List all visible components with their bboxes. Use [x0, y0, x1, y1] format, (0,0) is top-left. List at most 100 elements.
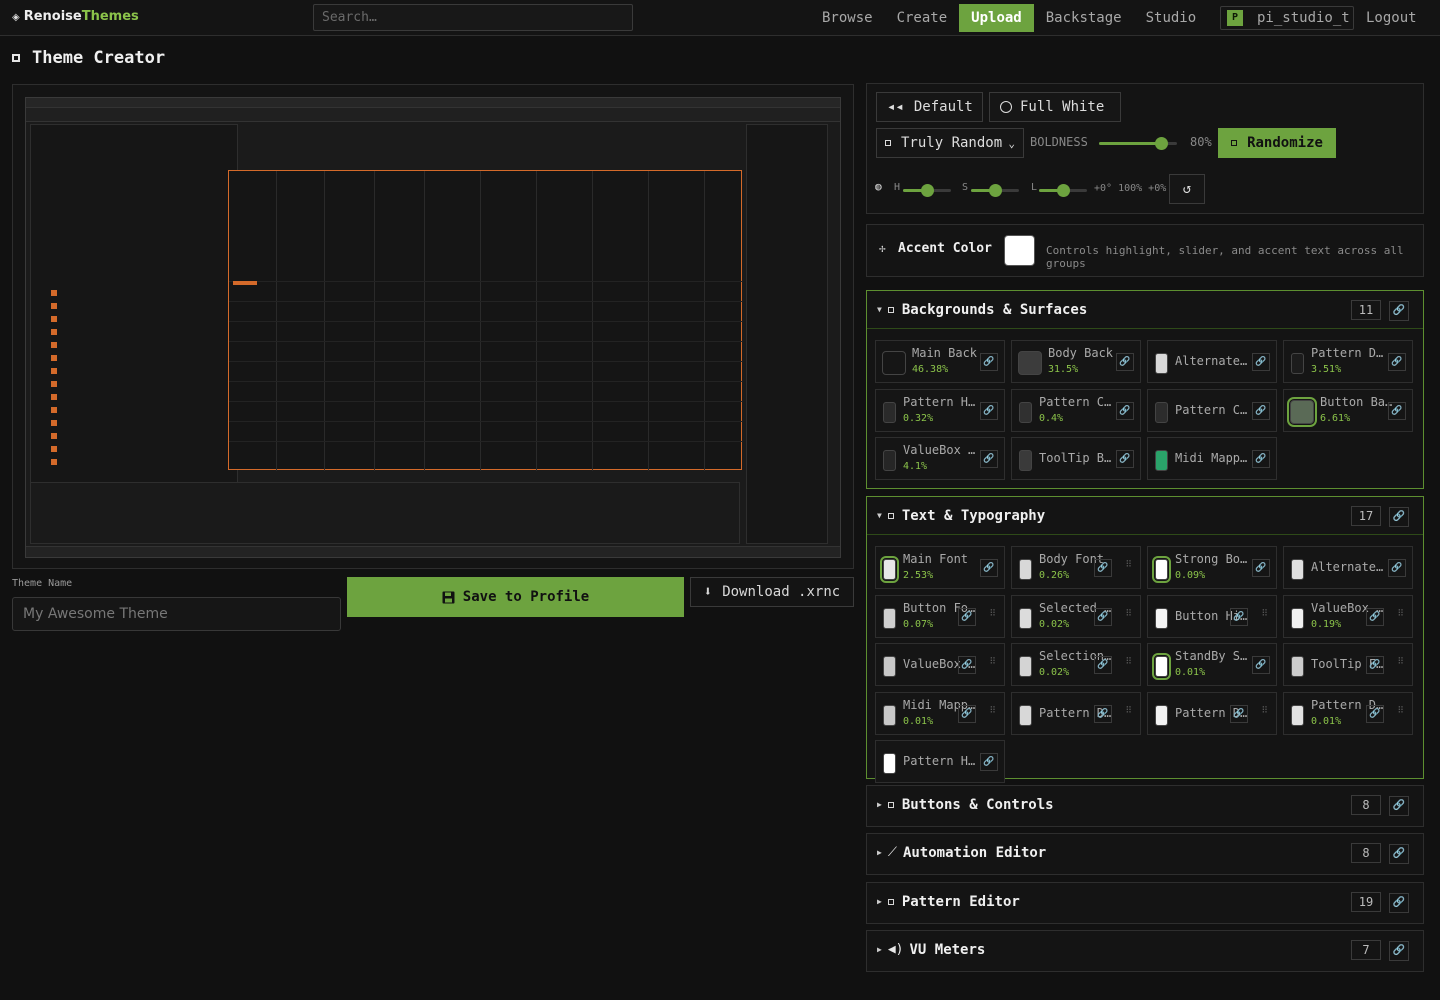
- nav-link-browse[interactable]: Browse: [810, 4, 885, 32]
- link-icon[interactable]: 🔗: [1388, 559, 1406, 577]
- theme-name-input[interactable]: [12, 597, 341, 631]
- link-icon[interactable]: 🔗: [1094, 656, 1112, 674]
- link-icon[interactable]: 🔗: [1389, 941, 1409, 961]
- color-swatch[interactable]: [883, 753, 896, 774]
- hue-slider[interactable]: [903, 184, 951, 197]
- link-icon[interactable]: 🔗: [1116, 353, 1134, 371]
- color-card[interactable]: Pattern Default Font Panning0.01%🔗⠿: [1283, 691, 1413, 735]
- nav-link-studio[interactable]: Studio: [1134, 4, 1209, 32]
- link-icon[interactable]: 🔗: [1252, 401, 1270, 420]
- link-icon[interactable]: 🔗: [1252, 353, 1270, 371]
- color-swatch[interactable]: [1019, 607, 1032, 629]
- site-logo[interactable]: ◈ RenoiseThemes: [12, 9, 139, 24]
- link-icon[interactable]: 🔗: [1094, 704, 1112, 723]
- color-swatch[interactable]: [883, 656, 896, 677]
- link-icon[interactable]: 🔗: [1389, 507, 1409, 527]
- link-icon[interactable]: 🔗: [1094, 559, 1112, 577]
- color-swatch[interactable]: [883, 607, 896, 629]
- nav-link-upload[interactable]: Upload: [959, 4, 1034, 32]
- color-card[interactable]: Alternate Main Font🔗: [1283, 546, 1413, 589]
- color-swatch[interactable]: [883, 401, 896, 423]
- drag-handle-icon[interactable]: ⠿: [1125, 560, 1132, 570]
- color-swatch[interactable]: [1155, 450, 1168, 471]
- color-card[interactable]: Button Font 0.07% 🔗 ⠿: [875, 594, 1005, 638]
- color-card[interactable]: Pattern Highlighted Back 0.32% 🔗: [875, 388, 1005, 432]
- drag-handle-icon[interactable]: ⠿: [1125, 657, 1132, 667]
- default-button[interactable]: ◂◂ Default: [876, 92, 983, 122]
- color-swatch[interactable]: [882, 351, 906, 375]
- link-icon[interactable]: 🔗: [1366, 704, 1384, 723]
- color-card[interactable]: Pattern Centerbar Back Standby🔗: [1147, 388, 1277, 432]
- color-swatch[interactable]: [1152, 653, 1171, 680]
- color-card[interactable]: Body Font 0.26% 🔗 ⠿: [1011, 546, 1141, 589]
- drag-handle-icon[interactable]: ⠿: [989, 657, 996, 667]
- group-header[interactable]: ▶ Pattern Editor 19 🔗: [867, 883, 1423, 921]
- link-icon[interactable]: 🔗: [1252, 656, 1270, 674]
- drag-handle-icon[interactable]: ⠿: [1261, 706, 1268, 716]
- drag-handle-icon[interactable]: ⠿: [989, 706, 996, 716]
- boldness-slider[interactable]: [1099, 137, 1177, 150]
- link-icon[interactable]: 🔗: [1389, 301, 1409, 321]
- color-swatch[interactable]: [883, 450, 896, 471]
- color-card[interactable]: Button Back 6.61% 🔗: [1283, 388, 1413, 432]
- drag-handle-icon[interactable]: ⠿: [989, 609, 996, 619]
- color-swatch[interactable]: [1287, 396, 1317, 427]
- color-card[interactable]: Midi Mapping Back🔗: [1147, 437, 1277, 480]
- color-swatch[interactable]: [1155, 704, 1168, 726]
- color-swatch[interactable]: [1019, 401, 1032, 423]
- color-swatch[interactable]: [1152, 556, 1171, 583]
- save-to-profile-button[interactable]: Save to Profile: [347, 577, 684, 617]
- color-card[interactable]: ToolTip Back🔗: [1011, 437, 1141, 480]
- color-swatch[interactable]: [1019, 450, 1032, 471]
- drag-handle-icon[interactable]: ⠿: [1125, 609, 1132, 619]
- reset-hsl-button[interactable]: ↺: [1169, 174, 1205, 204]
- group-header[interactable]: ▶ Buttons & Controls 8 🔗: [867, 786, 1423, 824]
- link-icon[interactable]: 🔗: [1094, 607, 1112, 626]
- color-card[interactable]: ToolTip Font🔗⠿: [1283, 643, 1413, 686]
- color-card[interactable]: Pattern Default Font Volume🔗⠿: [1147, 691, 1277, 735]
- hue-slider-knob[interactable]: [921, 184, 934, 197]
- link-icon[interactable]: 🔗: [1389, 844, 1409, 864]
- link-icon[interactable]: 🔗: [1230, 704, 1248, 723]
- color-swatch[interactable]: [1019, 704, 1032, 726]
- link-icon[interactable]: 🔗: [1116, 450, 1134, 468]
- link-icon[interactable]: 🔗: [958, 656, 976, 674]
- link-icon[interactable]: 🔗: [980, 450, 998, 468]
- color-swatch[interactable]: [1019, 656, 1032, 677]
- group-header[interactable]: ▶ ◀) VU Meters 7 🔗: [867, 931, 1423, 969]
- link-icon[interactable]: 🔗: [980, 401, 998, 420]
- color-card[interactable]: ValueBox Back 4.1% 🔗: [875, 437, 1005, 480]
- link-icon[interactable]: 🔗: [958, 607, 976, 626]
- color-card[interactable]: ValueBox Font Icons🔗⠿: [875, 643, 1005, 686]
- user-chip[interactable]: P pi_studio_t: [1220, 6, 1354, 30]
- color-swatch[interactable]: [1291, 559, 1304, 580]
- color-card[interactable]: Selection Font0.02%🔗⠿: [1011, 643, 1141, 686]
- drag-handle-icon[interactable]: ⠿: [1125, 706, 1132, 716]
- color-card[interactable]: Pattern Default Font🔗⠿: [1011, 691, 1141, 735]
- group-header[interactable]: ▼ Backgrounds & Surfaces 11 🔗: [867, 291, 1423, 329]
- link-icon[interactable]: 🔗: [1366, 656, 1384, 674]
- color-swatch[interactable]: [1291, 656, 1304, 677]
- link-icon[interactable]: 🔗: [980, 353, 998, 371]
- color-swatch[interactable]: [1018, 351, 1042, 375]
- drag-handle-icon[interactable]: ⠿: [1397, 657, 1404, 667]
- color-swatch[interactable]: [1291, 607, 1304, 629]
- link-icon[interactable]: 🔗: [1389, 893, 1409, 913]
- color-card[interactable]: Main Font 2.53% 🔗: [875, 546, 1005, 589]
- nav-link-backstage[interactable]: Backstage: [1034, 4, 1134, 32]
- link-icon[interactable]: 🔗: [1230, 607, 1248, 626]
- link-icon[interactable]: 🔗: [1388, 401, 1406, 420]
- lightness-slider-knob[interactable]: [1057, 184, 1070, 197]
- accent-color-swatch[interactable]: [1004, 235, 1035, 266]
- logout-link[interactable]: Logout: [1366, 4, 1417, 32]
- download-xrnc-button[interactable]: ⬇ Download .xrnc: [690, 577, 854, 607]
- link-icon[interactable]: 🔗: [980, 559, 998, 577]
- color-swatch[interactable]: [1155, 607, 1168, 629]
- color-swatch[interactable]: [883, 704, 896, 726]
- color-card[interactable]: StandBy Selection Font 0.01% 🔗: [1147, 643, 1277, 686]
- color-swatch[interactable]: [880, 556, 899, 583]
- drag-handle-icon[interactable]: ⠿: [1397, 609, 1404, 619]
- color-swatch[interactable]: [1291, 353, 1304, 374]
- color-swatch[interactable]: [1291, 704, 1304, 726]
- boldness-slider-knob[interactable]: [1155, 137, 1169, 150]
